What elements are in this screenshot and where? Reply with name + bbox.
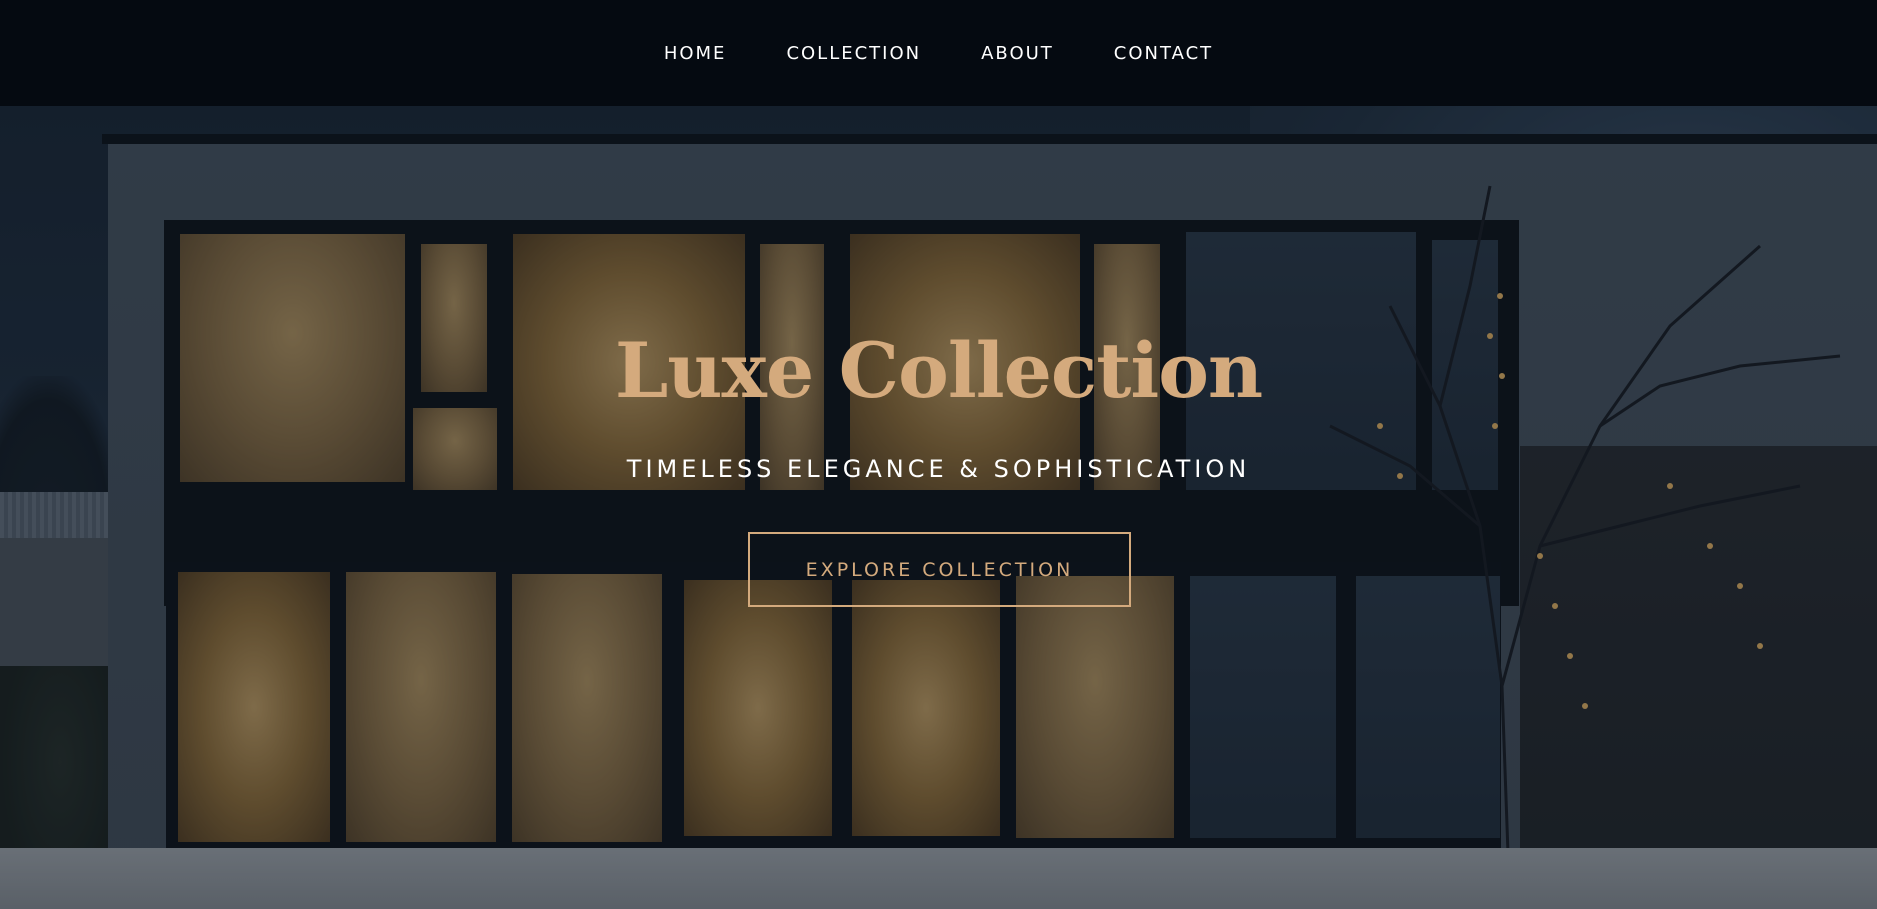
hero-content: Luxe Collection TIMELESS ELEGANCE & SOPH… xyxy=(0,106,1877,909)
top-navigation: HOME COLLECTION ABOUT CONTACT xyxy=(0,0,1877,106)
nav-item-home: HOME xyxy=(664,43,727,64)
explore-collection-button[interactable]: EXPLORE COLLECTION xyxy=(748,532,1131,607)
hero-subtitle: TIMELESS ELEGANCE & SOPHISTICATION xyxy=(626,455,1251,483)
nav-link-collection[interactable]: COLLECTION xyxy=(786,43,921,64)
nav-item-contact: CONTACT xyxy=(1114,43,1213,64)
nav-menu: HOME COLLECTION ABOUT CONTACT xyxy=(634,43,1243,64)
nav-item-about: ABOUT xyxy=(981,43,1054,64)
nav-link-contact[interactable]: CONTACT xyxy=(1114,43,1213,64)
page: HOME COLLECTION ABOUT CONTACT Luxe Colle… xyxy=(0,0,1877,909)
hero-title: Luxe Collection xyxy=(614,326,1263,415)
nav-item-collection: COLLECTION xyxy=(786,43,921,64)
nav-link-about[interactable]: ABOUT xyxy=(981,43,1054,64)
nav-link-home[interactable]: HOME xyxy=(664,43,727,64)
